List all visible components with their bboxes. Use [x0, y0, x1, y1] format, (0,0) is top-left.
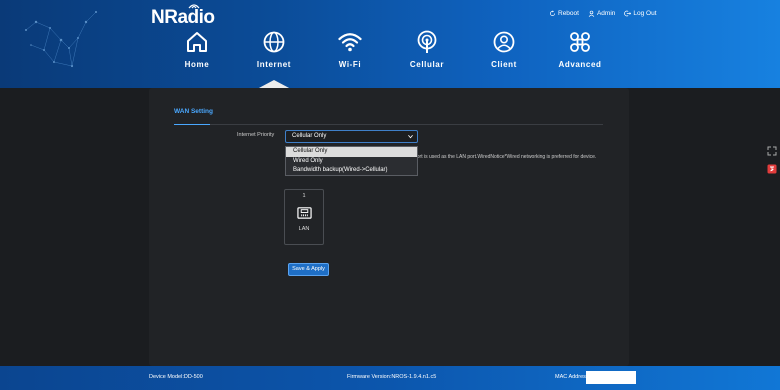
nav-label: Advanced	[558, 60, 602, 69]
advanced-icon	[570, 32, 590, 52]
tab-divider	[210, 124, 603, 125]
port-number: 1	[302, 193, 306, 199]
admin-label: Admin	[596, 10, 616, 17]
expand-icon[interactable]	[766, 145, 778, 157]
home-icon	[187, 32, 207, 52]
option-bandwidth-backup[interactable]: Bandwidth backup(Wired->Cellular)	[286, 166, 417, 176]
logout-label: Log Out	[633, 10, 657, 17]
top-actions: Reboot Admin Log Out	[549, 10, 657, 17]
main-nav: Home Internet Wi-Fi Cellular Client Adva…	[0, 28, 780, 88]
ethernet-port-icon	[296, 207, 312, 219]
save-apply-button[interactable]: Save & Apply	[288, 263, 329, 276]
nav-label: Client	[491, 60, 517, 69]
wired-notice: port is used as the LAN port.WiredNotice…	[414, 154, 597, 160]
nav-label: Wi-Fi	[338, 60, 362, 69]
admin-button[interactable]: Admin	[588, 10, 615, 17]
nradio-logo: NRadio	[151, 4, 215, 29]
option-wired-only[interactable]: Wired Only	[286, 157, 417, 167]
lan-port-card[interactable]: 1 LAN	[284, 189, 324, 245]
chevron-down-icon	[408, 134, 413, 139]
translate-icon[interactable]	[766, 163, 778, 175]
nav-item-home[interactable]: Home	[162, 28, 232, 69]
reboot-icon	[550, 10, 555, 16]
logout-icon	[624, 10, 632, 17]
globe-icon	[263, 31, 285, 53]
user-icon	[588, 10, 595, 17]
internet-priority-select[interactable]: Cellular Only	[285, 130, 418, 143]
footer: Device Model:DD-500 Firmware Version:NRO…	[0, 366, 780, 390]
nav-item-client[interactable]: Client	[469, 28, 539, 69]
logo-text: NRadio	[151, 7, 215, 28]
reboot-button[interactable]: Reboot	[549, 10, 579, 17]
nav-label: Internet	[256, 60, 292, 69]
select-value: Cellular Only	[292, 133, 327, 139]
nav-item-cellular[interactable]: Cellular	[392, 28, 462, 69]
cellular-icon	[417, 30, 437, 53]
signal-logo-mark	[188, 4, 200, 9]
internet-priority-label: Internet Priority	[237, 132, 275, 138]
tab-wan-setting[interactable]: WAN Setting	[174, 108, 213, 115]
nav-item-internet[interactable]: Internet	[239, 28, 309, 69]
reboot-label: Reboot	[558, 10, 579, 17]
wan-setting-panel: WAN Setting Internet Priority Cellular O…	[149, 88, 629, 366]
option-cellular-only[interactable]: Cellular Only	[286, 147, 417, 157]
client-icon	[493, 31, 515, 53]
header: NRadio Reboot Admin Log Out Home Interne…	[0, 0, 780, 88]
firmware-version: Firmware Version:NROS-1.9.4.n1.c5	[347, 374, 437, 380]
mac-address-redacted	[586, 371, 636, 384]
nav-label: Home	[184, 60, 210, 69]
active-tab-underline	[174, 124, 210, 125]
mac-address-label: MAC Address:	[555, 374, 591, 380]
port-name: LAN	[298, 226, 310, 232]
logout-button[interactable]: Log Out	[624, 10, 657, 17]
nav-item-advanced[interactable]: Advanced	[545, 28, 615, 69]
priority-dropdown-list: Cellular Only Wired Only Bandwidth backu…	[285, 146, 418, 176]
nav-label: Cellular	[409, 60, 445, 69]
wifi-icon	[338, 33, 362, 52]
device-model: Device Model:DD-500	[149, 374, 203, 380]
nav-item-wifi[interactable]: Wi-Fi	[315, 28, 385, 69]
